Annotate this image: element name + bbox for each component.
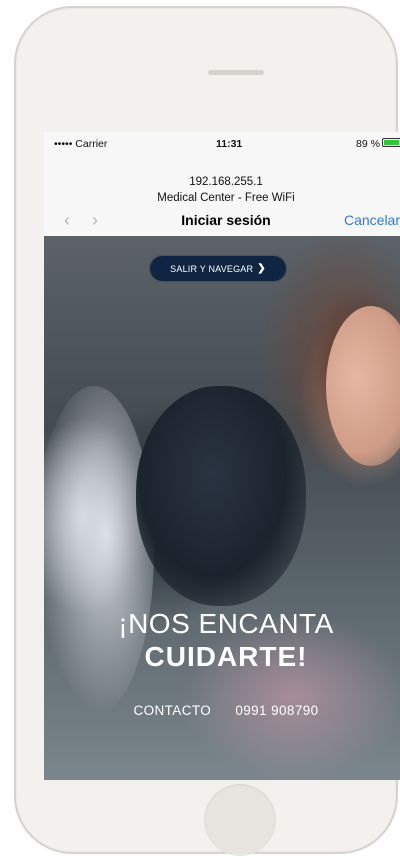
phone-frame: ••••• Carrier 11:31 89 % 192.168.255.1 M… [14,6,400,856]
battery-icon [382,138,400,147]
battery-percentage: 89 % [356,138,380,150]
status-time: 11:31 [216,138,243,150]
contact-label: CONTACTO [133,703,212,718]
navigation-bar: ‹ › Iniciar sesión Cancelar [44,208,400,236]
home-button[interactable] [204,784,276,856]
contact-phone[interactable]: 0991 908790 [235,703,318,718]
network-name: Medical Center - Free WiFi [157,192,295,204]
screen: ••••• Carrier 11:31 89 % 192.168.255.1 M… [44,132,400,780]
chevron-right-icon: ❯ [257,263,266,274]
headline-line-2: CUIDARTE! [144,641,308,672]
cancel-button[interactable]: Cancelar [344,212,400,228]
hero-banner: SALIR Y NAVEGAR ❯ ¡NOS ENCANTA CUIDARTE!… [44,236,400,780]
headline-line-1: ¡NOS ENCANTA [118,608,334,639]
carrier-label: ••••• Carrier [54,138,108,150]
status-bar: ••••• Carrier 11:31 89 % [44,132,400,154]
contact-line: CONTACTO 0991 908790 [44,703,400,718]
exit-and-browse-label: SALIR Y NAVEGAR [170,263,254,274]
exit-and-browse-button[interactable]: SALIR Y NAVEGAR ❯ [150,256,286,281]
speaker-grille [208,70,264,75]
chair-shape [136,386,306,606]
network-ip: 192.168.255.1 [189,176,263,188]
